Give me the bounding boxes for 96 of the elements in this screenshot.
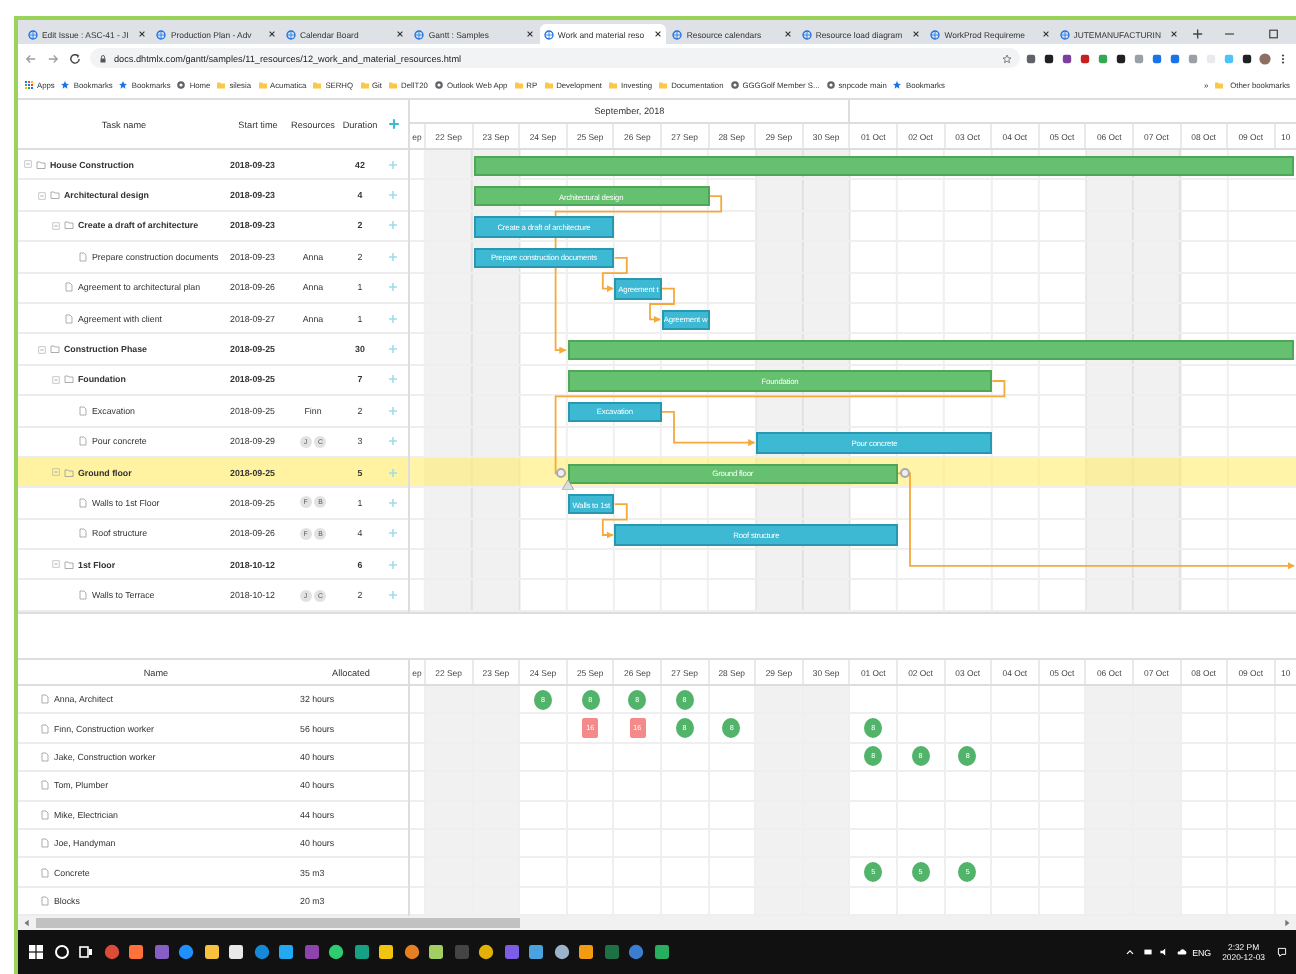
file-icon: [64, 313, 74, 324]
app-icon[interactable]: [176, 942, 196, 963]
link-handle[interactable]: [555, 468, 566, 479]
app-icon[interactable]: [426, 942, 446, 963]
file-icon: [64, 282, 74, 293]
horizontal-scrollbar[interactable]: [18, 916, 1296, 931]
file-icon: [40, 723, 50, 734]
file-icon: [78, 436, 88, 447]
collapse-toggle-icon[interactable]: [24, 160, 32, 169]
folder-icon: [64, 467, 74, 478]
app-icon[interactable]: [376, 942, 396, 963]
site-icon[interactable]: [825, 80, 836, 90]
site-icon[interactable]: [176, 80, 187, 90]
search-icon[interactable]: [51, 942, 71, 963]
file-icon: [40, 751, 50, 762]
file-icon: [78, 405, 88, 416]
link-handle[interactable]: [900, 468, 910, 479]
globe-icon: [1059, 29, 1070, 39]
globe-icon: [543, 29, 554, 39]
folder-icon: [50, 344, 60, 355]
close-icon[interactable]: [654, 30, 663, 38]
scroll-right-icon[interactable]: [1282, 918, 1292, 929]
folder-icon: [50, 190, 60, 201]
menu-icon[interactable]: [1276, 51, 1290, 65]
speaker-icon[interactable]: [1158, 946, 1171, 959]
close-icon[interactable]: [138, 30, 147, 38]
maximize-icon[interactable]: [1266, 26, 1282, 42]
app-icon[interactable]: [576, 942, 596, 963]
collapse-toggle-icon[interactable]: [38, 345, 46, 354]
collapse-toggle-icon[interactable]: [52, 560, 60, 569]
globe-icon: [285, 29, 296, 39]
collapse-toggle-icon[interactable]: [38, 191, 46, 200]
close-icon[interactable]: [912, 30, 921, 38]
close-icon[interactable]: [1170, 30, 1179, 38]
star-icon[interactable]: [118, 80, 129, 90]
collapse-toggle-icon[interactable]: [52, 375, 60, 384]
dependency-link: [601, 503, 628, 539]
start-icon[interactable]: [26, 942, 46, 963]
chevron-up-icon[interactable]: [1124, 946, 1137, 959]
close-icon[interactable]: [267, 30, 276, 38]
scrollbar-thumb[interactable]: [36, 918, 520, 929]
globe-icon: [414, 29, 425, 39]
reload-icon[interactable]: [68, 51, 82, 65]
forward-icon[interactable]: [46, 51, 60, 65]
back-icon[interactable]: [24, 51, 38, 65]
plus-icon[interactable]: [1192, 28, 1204, 40]
file-icon: [40, 809, 50, 820]
globe-icon: [930, 29, 941, 39]
close-icon[interactable]: [783, 30, 792, 38]
file-icon: [40, 780, 50, 791]
file-icon: [40, 838, 50, 849]
close-icon[interactable]: [1041, 30, 1050, 38]
folder-icon: [64, 374, 74, 385]
app-icon[interactable]: [326, 942, 346, 963]
app-icon[interactable]: [401, 942, 421, 963]
app-icon[interactable]: [651, 942, 671, 963]
star-icon[interactable]: [1002, 53, 1012, 63]
site-icon[interactable]: [729, 80, 740, 90]
folder-icon: [64, 220, 74, 231]
globe-icon: [672, 29, 683, 39]
app-icon[interactable]: [226, 942, 246, 963]
task-bar[interactable]: [473, 155, 1294, 176]
star-icon[interactable]: [892, 80, 903, 90]
file-icon: [40, 867, 50, 878]
notification-icon[interactable]: [1276, 946, 1288, 959]
folder-icon: [36, 159, 46, 170]
app-icon[interactable]: [476, 942, 496, 963]
app-icon[interactable]: [551, 942, 571, 963]
close-icon[interactable]: [525, 30, 534, 38]
file-icon: [40, 895, 50, 906]
globe-icon: [28, 29, 38, 39]
collapse-toggle-icon[interactable]: [52, 221, 60, 230]
scroll-left-icon[interactable]: [22, 918, 32, 929]
lock-icon: [98, 53, 108, 63]
file-icon: [78, 251, 88, 262]
collapse-toggle-icon[interactable]: [52, 468, 60, 477]
avatar-icon[interactable]: [1258, 51, 1272, 65]
app-icon[interactable]: [201, 942, 221, 963]
globe-icon: [156, 29, 167, 39]
site-icon[interactable]: [433, 80, 444, 90]
file-icon: [78, 497, 88, 508]
folder-icon: [64, 559, 74, 570]
globe-icon: [801, 29, 812, 39]
progress-handle[interactable]: [561, 479, 574, 489]
task-view-icon[interactable]: [76, 942, 96, 963]
file-icon: [40, 694, 50, 705]
app-icon[interactable]: [526, 942, 546, 963]
file-icon: [78, 528, 88, 539]
close-icon[interactable]: [396, 30, 405, 38]
app-icon[interactable]: [126, 942, 146, 963]
app-icon[interactable]: [351, 942, 371, 963]
file-icon: [78, 590, 88, 601]
app-icon[interactable]: [276, 942, 296, 963]
task-bar[interactable]: [567, 339, 1294, 361]
cloud-icon[interactable]: [1175, 946, 1188, 959]
star-icon[interactable]: [60, 80, 71, 90]
